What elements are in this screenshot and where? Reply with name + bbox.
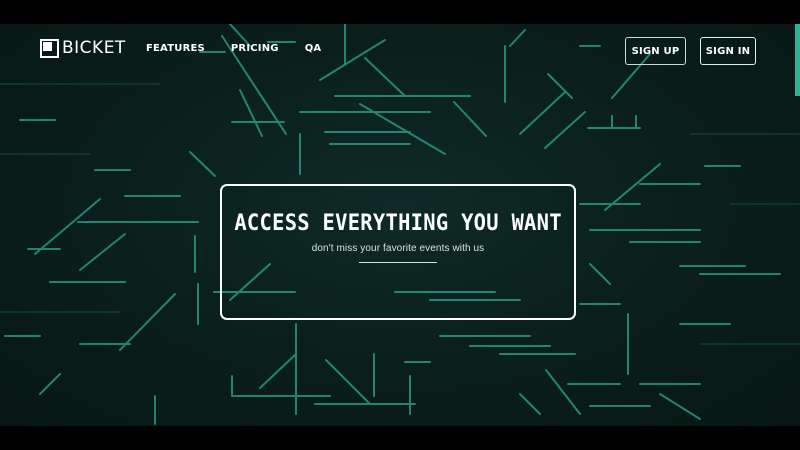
hero-section: BICKET FEATURES PRICING QA SIGN UP SIGN … xyxy=(0,24,800,426)
letterbox-top xyxy=(0,0,800,24)
hero-title: ACCESS EVERYTHING YOU WANT xyxy=(234,211,562,236)
nav-link-features[interactable]: FEATURES xyxy=(146,43,205,54)
logo-square-icon xyxy=(40,38,59,58)
nav-link-qa[interactable]: QA xyxy=(305,43,322,54)
nav-links: FEATURES PRICING QA xyxy=(146,43,347,54)
sign-up-button[interactable]: SIGN UP xyxy=(625,37,686,65)
brand-logo[interactable]: BICKET xyxy=(40,38,126,58)
nav-link-pricing[interactable]: PRICING xyxy=(231,43,279,54)
top-navigation: BICKET FEATURES PRICING QA SIGN UP SIGN … xyxy=(0,24,800,78)
hero-card: ACCESS EVERYTHING YOU WANT don't miss yo… xyxy=(220,184,576,320)
brand-name: BICKET xyxy=(62,38,126,58)
hero-underline-divider xyxy=(359,262,437,263)
hero-subtitle: don't miss your favorite events with us xyxy=(311,243,485,254)
letterbox-bottom xyxy=(0,426,800,450)
sign-in-button[interactable]: SIGN IN xyxy=(700,37,756,65)
